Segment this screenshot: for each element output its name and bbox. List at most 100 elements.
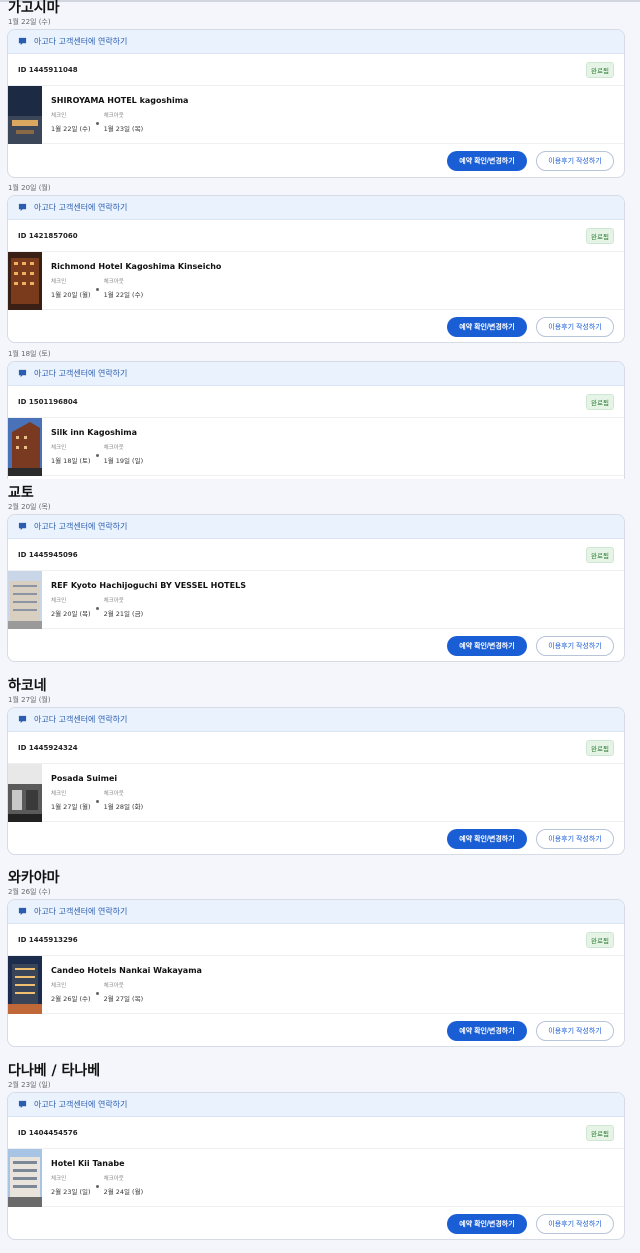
checkout-label: 체크아웃 [103,598,124,604]
checkin-date: 2월 20일 (목) [51,610,91,618]
separator-dot [95,607,99,610]
checkout-label: 체크아웃 [103,113,124,119]
hotel-thumbnail[interactable] [8,417,42,476]
hotel-thumbnail[interactable] [8,251,42,310]
contact-support-label: 아고다 고객센터에 연락하기 [34,37,128,46]
write-review-button[interactable]: 이용후기 작성하기 [536,829,614,849]
checkin-label: 체크인 [51,791,67,797]
separator-dot [95,288,99,291]
checkin-label: 체크인 [51,445,67,451]
hotel-name[interactable]: REF Kyoto Hachijoguchi BY VESSEL HOTELS [51,581,246,590]
checkout-label: 체크아웃 [103,1176,124,1182]
city-title: 하코네 [8,678,47,694]
contact-support-link[interactable]: 아고다 고객센터에 연락하기 [8,196,624,220]
booking-date: 1월 22일 (수) [8,18,51,26]
checkout-date: 1월 23일 (목) [103,125,144,133]
hotel-name[interactable]: Candeo Hotels Nankai Wakayama [51,966,202,975]
booking-card: 아고다 고객센터에 연락하기 ID 1445911048 완료됨 SHIROYA… [7,29,625,178]
contact-support-link[interactable]: 아고다 고객센터에 연락하기 [8,1093,624,1117]
city-title: 가고시마 [8,0,60,16]
city-title: 교토 [8,485,34,501]
hotel-thumbnail[interactable] [8,570,42,629]
checkout-label: 체크아웃 [103,279,124,285]
booking-card: 아고다 고객센터에 연락하기 ID 1501196804 완료됨 Silk in… [7,361,625,479]
contact-support-link[interactable]: 아고다 고객센터에 연락하기 [8,900,624,924]
write-review-button[interactable]: 이용후기 작성하기 [536,1214,614,1234]
checkin-date: 1월 20일 (월) [51,291,91,299]
checkout-date: 2월 21일 (금) [103,610,144,618]
checkin-label: 체크인 [51,598,67,604]
booking-id: ID 1404454576 [18,1128,78,1137]
hotel-name[interactable]: Hotel Kii Tanabe [51,1159,143,1168]
hotel-name[interactable]: Silk inn Kagoshima [51,428,143,437]
hotel-thumbnail[interactable] [8,763,42,822]
booking-card: 아고다 고객센터에 연락하기 ID 1404454576 완료됨 Hotel K… [7,1092,625,1240]
booking-id: ID 1445913296 [18,935,78,944]
contact-support-link[interactable]: 아고다 고객센터에 연락하기 [8,30,624,54]
hotel-thumbnail[interactable] [8,955,42,1014]
status-badge: 완료됨 [586,1124,614,1141]
status-badge: 완료됨 [586,227,614,244]
booking-date: 1월 20일 (월) [8,184,51,192]
chat-icon [18,369,27,378]
booking-date: 2월 20일 (목) [8,503,51,511]
chat-icon [18,715,27,724]
booking-date: 2월 23일 (일) [8,1081,51,1089]
chat-icon [18,1100,27,1109]
booking-card: 아고다 고객센터에 연락하기 ID 1445913296 완료됨 Candeo … [7,899,625,1047]
write-review-button[interactable]: 이용후기 작성하기 [536,317,614,337]
contact-support-label: 아고다 고객센터에 연락하기 [34,522,128,531]
booking-date: 1월 27일 (월) [8,696,51,704]
hotel-name[interactable]: Richmond Hotel Kagoshima Kinseicho [51,262,221,271]
contact-support-link[interactable]: 아고다 고객센터에 연락하기 [8,515,624,539]
booking-id: ID 1445945096 [18,550,78,559]
write-review-button[interactable]: 이용후기 작성하기 [536,636,614,656]
separator-dot [95,800,99,803]
chat-icon [18,37,27,46]
separator-dot [95,122,99,125]
separator-dot [95,454,99,457]
manage-booking-button[interactable]: 예약 확인/변경하기 [447,317,527,337]
checkout-date: 2월 24일 (월) [103,1188,144,1196]
contact-support-link[interactable]: 아고다 고객센터에 연락하기 [8,362,624,386]
hotel-thumbnail[interactable] [8,1148,42,1207]
hotel-name[interactable]: Posada Suimei [51,774,143,783]
booking-card: 아고다 고객센터에 연락하기 ID 1421857060 완료됨 Richmon… [7,195,625,343]
booking-id: ID 1445924324 [18,743,78,752]
booking-card: 아고다 고객센터에 연락하기 ID 1445924324 완료됨 Posada … [7,707,625,855]
contact-support-label: 아고다 고객센터에 연락하기 [34,715,128,724]
chat-icon [18,522,27,531]
manage-booking-button[interactable]: 예약 확인/변경하기 [447,151,527,171]
manage-booking-button[interactable]: 예약 확인/변경하기 [447,829,527,849]
separator-dot [95,992,99,995]
write-review-button[interactable]: 이용후기 작성하기 [536,1021,614,1041]
booking-card: 아고다 고객센터에 연락하기 ID 1445945096 완료됨 REF Kyo… [7,514,625,662]
city-title: 와카야마 [8,870,60,886]
checkin-label: 체크인 [51,279,67,285]
contact-support-label: 아고다 고객센터에 연락하기 [34,369,128,378]
checkin-label: 체크인 [51,1176,67,1182]
booking-id: ID 1445911048 [18,65,78,74]
separator-dot [95,1185,99,1188]
status-badge: 완료됨 [586,393,614,410]
checkin-date: 1월 22일 (수) [51,125,91,133]
hotel-name[interactable]: SHIROYAMA HOTEL kagoshima [51,96,188,105]
checkout-date: 1월 19일 (일) [103,457,144,465]
manage-booking-button[interactable]: 예약 확인/변경하기 [447,1021,527,1041]
checkout-date: 1월 28일 (화) [103,803,144,811]
hotel-thumbnail[interactable] [8,85,42,144]
contact-support-link[interactable]: 아고다 고객센터에 연락하기 [8,708,624,732]
top-border [0,0,640,2]
status-badge: 완료됨 [586,931,614,948]
city-title: 다나베 / 타나베 [8,1063,101,1079]
status-badge: 완료됨 [586,61,614,78]
checkout-label: 체크아웃 [103,983,124,989]
booking-id: ID 1501196804 [18,397,78,406]
status-badge: 완료됨 [586,546,614,563]
manage-booking-button[interactable]: 예약 확인/변경하기 [447,1214,527,1234]
write-review-button[interactable]: 이용후기 작성하기 [536,151,614,171]
checkin-date: 2월 23일 (일) [51,1188,91,1196]
manage-booking-button[interactable]: 예약 확인/변경하기 [447,636,527,656]
checkout-label: 체크아웃 [103,445,124,451]
chat-icon [18,203,27,212]
